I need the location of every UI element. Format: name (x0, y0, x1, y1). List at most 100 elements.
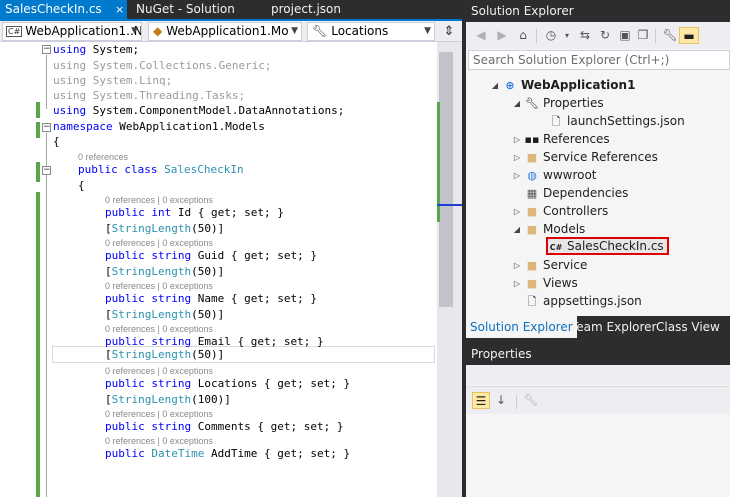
expanded-icon[interactable]: ◢ (488, 77, 502, 95)
solution-explorer-toolbar: ◀ ▶ ⌂ ◷ ▾ ⇆ ↻ ▣ ❐ 🔧︎ ▬ (466, 22, 730, 49)
code-line: public DateTime AddTime { get; set; } (105, 447, 351, 460)
collapse-icon[interactable]: − (42, 123, 51, 132)
explorer-tab-strip: Solution Explorer Team Explorer Class Vi… (466, 316, 730, 338)
class-dropdown[interactable]: ◆ WebApplication1.Mo ▼ (148, 22, 302, 41)
caret-position-marker (437, 204, 462, 206)
member-dropdown[interactable]: 🔧︎ Locations ▼ (307, 22, 435, 41)
tab-project-json[interactable]: project.json (265, 0, 415, 19)
class-dropdown-value: WebApplication1.Mo (166, 24, 289, 38)
folder-icon: ■ (526, 277, 538, 290)
outline-line (46, 55, 47, 109)
tree-node-controllers[interactable]: ▷ ■ Controllers (510, 202, 608, 220)
chevron-down-icon[interactable]: ▾ (558, 27, 576, 44)
tree-node-service[interactable]: ▷ ■ Service (510, 256, 587, 274)
properties-wrench-icon[interactable]: 🔧︎ (661, 27, 679, 44)
globe-icon: ◍ (527, 169, 537, 182)
code-line: public string Name { get; set; } (105, 292, 317, 305)
solution-explorer-panel: Solution Explorer ◀ ▶ ⌂ ◷ ▾ ⇆ ↻ ▣ ❐ 🔧︎ ▬… (466, 0, 730, 338)
tree-node-label: Service (543, 258, 588, 272)
tree-node-views[interactable]: ▷ ■ Views (510, 274, 578, 292)
project-dropdown-value: WebApplication1..NET (25, 24, 142, 38)
code-line: public string Guid { get; set; } (105, 249, 317, 262)
references-icon: ▪▪ (524, 133, 540, 146)
forward-icon[interactable]: ▶ (493, 27, 511, 44)
chevron-down-icon: ▼ (131, 26, 138, 36)
code-editor[interactable]: SalesCheckIn.cs × NuGet - Solution proje… (0, 0, 462, 497)
tab-team-explorer[interactable]: Team Explorer (567, 316, 661, 338)
collapse-icon[interactable]: − (42, 45, 51, 54)
tree-node-models[interactable]: ◢ ■ Models (510, 220, 585, 238)
sort-alphabetical-icon[interactable]: ↓ (492, 392, 510, 409)
tab-salescheckin[interactable]: SalesCheckIn.cs × (0, 0, 127, 19)
code-line: using System.ComponentModel.DataAnnotati… (53, 104, 345, 117)
collapsed-icon[interactable]: ▷ (510, 149, 524, 167)
categorized-icon[interactable]: ☰ (472, 392, 490, 409)
tree-node-webapplication1[interactable]: ◢ ⊕ WebApplication1 (488, 76, 636, 95)
code-line: namespace WebApplication1.Models (53, 120, 265, 133)
code-line: [StringLength(50)] (105, 222, 225, 235)
sync-icon[interactable]: ⇆ (576, 27, 594, 44)
collapse-icon[interactable]: − (42, 166, 51, 175)
vertical-scrollbar[interactable] (437, 42, 462, 497)
collapsed-icon[interactable]: ▷ (510, 275, 524, 293)
refresh-icon[interactable]: ↻ (596, 27, 614, 44)
expanded-icon[interactable]: ◢ (510, 95, 524, 113)
tree-node-launchsettings[interactable]: 🗋︎ launchSettings.json (548, 112, 685, 130)
code-line: { (78, 179, 85, 192)
collapse-all-icon[interactable]: ▣ (616, 27, 634, 44)
document-tab-strip: SalesCheckIn.cs × NuGet - Solution proje… (0, 0, 462, 19)
expanded-icon[interactable]: ◢ (510, 221, 524, 239)
change-mark (36, 192, 40, 497)
tree-node-properties[interactable]: ◢ 🔧︎ Properties (510, 94, 604, 112)
project-dropdown[interactable]: C#WebApplication1..NET ▼ (2, 22, 142, 41)
object-selector[interactable] (466, 365, 730, 385)
collapsed-icon[interactable]: ▷ (510, 257, 524, 275)
properties-panel: Properties ☰ ↓ 🔧︎ (466, 343, 730, 497)
csharp-file-icon: C# (549, 243, 563, 252)
tree-node-service-references[interactable]: ▷ ■ Service References (510, 148, 658, 166)
change-tracking-margin (36, 42, 40, 497)
tree-node-label: Dependencies (543, 186, 629, 200)
tree-node-label: Views (543, 276, 578, 290)
collapsed-icon[interactable]: ▷ (510, 167, 524, 185)
home-icon[interactable]: ⌂ (514, 27, 532, 44)
tree-node-references[interactable]: ▷ ▪▪ References (510, 130, 610, 148)
tree-node-label: Properties (543, 96, 604, 110)
code-line: using System.Linq; (53, 74, 173, 87)
panel-title: Properties (466, 343, 730, 365)
panel-title: Solution Explorer (466, 0, 730, 22)
split-window-icon[interactable]: ⇕ (440, 23, 458, 40)
tab-solution-explorer[interactable]: Solution Explorer (466, 316, 577, 338)
toolbar-separator (536, 29, 537, 43)
tree-node-dependencies[interactable]: ▦ Dependencies (510, 184, 629, 202)
tree-node-appsettings[interactable]: 🗋︎ appsettings.json (510, 292, 642, 310)
tree-node-salescheckin[interactable]: C# SalesCheckIn.cs (546, 237, 669, 255)
code-line: public string Comments { get; set; } (105, 420, 344, 433)
dependencies-icon: ▦ (526, 187, 538, 200)
tree-node-wwwroot[interactable]: ▷ ◍ wwwroot (510, 166, 597, 184)
property-pages-wrench-icon[interactable]: 🔧︎ (522, 392, 540, 409)
toolbar-separator (516, 395, 517, 409)
navigation-bar: C#WebApplication1..NET ▼ ◆WebApplication… (0, 21, 462, 42)
collapsed-icon[interactable]: ▷ (510, 203, 524, 221)
json-file-icon: 🗋︎ (527, 295, 537, 308)
code-line: [StringLength(50)] (105, 348, 225, 361)
tab-class-view[interactable]: Class View (652, 316, 724, 338)
tab-nuget-solution[interactable]: NuGet - Solution (131, 0, 265, 19)
folder-icon: ■ (526, 205, 538, 218)
close-icon[interactable]: × (115, 0, 124, 19)
tab-label: project.json (271, 2, 341, 16)
tree-node-label: Controllers (543, 204, 609, 218)
code-line: public class SalesCheckIn (78, 163, 244, 176)
preview-selected-icon[interactable]: ▬ (679, 27, 699, 44)
tree-node-label: launchSettings.json (567, 114, 685, 128)
show-all-files-icon[interactable]: ❐ (634, 27, 652, 44)
solution-explorer-search-input[interactable]: Search Solution Explorer (Ctrl+;) (468, 50, 730, 70)
solution-tree: ◢ ⊕ WebApplication1 ◢ 🔧︎ Properties 🗋︎ launch… (466, 72, 730, 316)
back-icon[interactable]: ◀ (472, 27, 490, 44)
collapsed-icon[interactable]: ▷ (510, 131, 524, 149)
code-text[interactable]: using System; using System.Collections.G… (53, 42, 437, 497)
scrollbar-thumb[interactable] (439, 52, 453, 307)
change-mark (36, 162, 40, 182)
code-line: [StringLength(50)] (105, 308, 225, 321)
